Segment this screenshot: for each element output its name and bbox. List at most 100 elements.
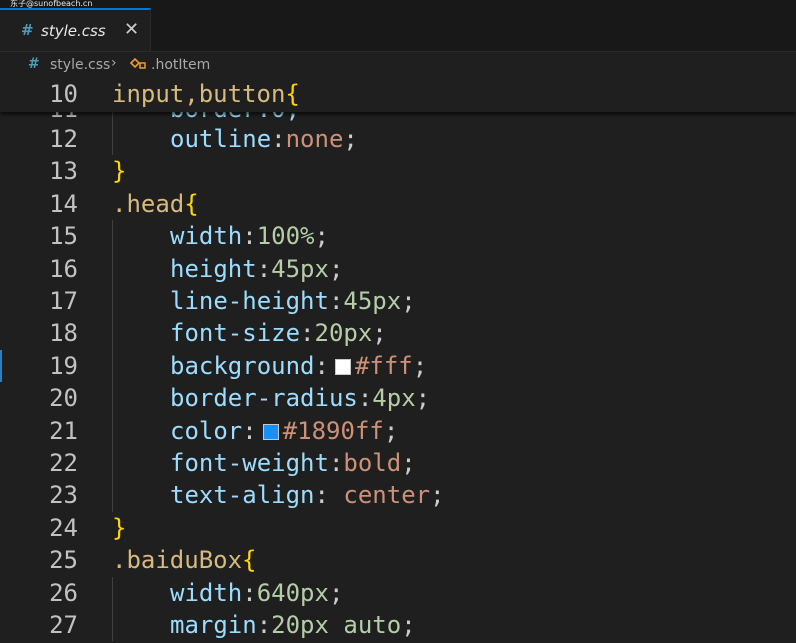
code-text: } [112, 155, 126, 187]
brace: } [112, 513, 127, 542]
brace: { [285, 80, 300, 108]
selector: .baiduBox [112, 546, 243, 575]
colon: : [242, 222, 257, 251]
close-icon[interactable]: ✕ [124, 19, 139, 40]
value: 640px [256, 578, 329, 607]
property: border-radius [170, 384, 358, 413]
colon: : [242, 416, 257, 445]
code-line: 18 font-size:20px; [0, 317, 796, 349]
code-line: 27 margin:20px auto; [0, 609, 796, 641]
line-number: 19 [49, 351, 78, 380]
semicolon: ; [343, 125, 358, 153]
line-number: 22 [49, 449, 78, 477]
line-number: 18 [49, 319, 78, 348]
title-strip: 东子@sunofbeach.cn [0, 0, 796, 8]
line-number: 20 [49, 384, 78, 413]
code-text: height:45px; [170, 253, 343, 285]
semicolon: ; [372, 319, 387, 348]
line-number: 14 [49, 189, 78, 218]
colon: : [271, 125, 286, 153]
indent-guide [112, 112, 113, 156]
property: margin [170, 611, 257, 639]
partial-code: border:0; [170, 112, 300, 123]
property: width [170, 222, 243, 251]
semicolon: ; [314, 222, 329, 251]
value: #fff [354, 351, 413, 380]
code-text: border-radius:4px; [170, 382, 430, 414]
colon: : [242, 578, 257, 607]
line-number: 15 [49, 222, 78, 251]
code-text: } [112, 512, 126, 544]
code-line: 22 font-weight:bold; [0, 447, 796, 479]
code-line: 12 outline:none; [0, 123, 796, 155]
line-number: 26 [49, 578, 78, 607]
breadcrumb-symbol[interactable]: .hotItem [151, 57, 210, 73]
semicolon: ; [412, 351, 428, 380]
value: 45px [343, 287, 402, 315]
line-number: 27 [49, 611, 78, 639]
tab-bar: # style.css ✕ [0, 8, 796, 52]
semicolon: ; [383, 416, 399, 445]
code-line: 19 background: #fff; [0, 350, 796, 382]
property: outline [170, 125, 272, 153]
dirty-diff-indicator [0, 349, 2, 383]
code-text: font-size:20px; [170, 317, 387, 349]
code-editor[interactable]: 11 border:0; 12outline:none;13}14.head{1… [0, 112, 796, 643]
line-number: 16 [49, 254, 78, 283]
code-line: 20 border-radius:4px; [0, 382, 796, 414]
value: bold [343, 449, 402, 477]
value: 20px [314, 319, 373, 348]
line-number: 10 [49, 80, 78, 108]
code-line: 23 text-align: center; [0, 479, 796, 511]
property: text-align [170, 481, 315, 510]
color-swatch[interactable] [334, 358, 351, 375]
value: 100% [256, 222, 315, 251]
sticky-scroll-header[interactable]: 10 input,button{ [0, 78, 796, 112]
value: 20px auto [271, 611, 402, 639]
property: font-weight [170, 449, 329, 477]
semicolon: ; [401, 287, 416, 315]
code-text: font-weight:bold; [170, 447, 416, 479]
color-swatch[interactable] [262, 423, 279, 440]
line-number: 25 [49, 546, 78, 575]
code-text: margin:20px auto; [170, 609, 416, 641]
code-line: 15 width:100%; [0, 220, 796, 252]
css-file-icon: # [28, 56, 40, 72]
code-line: 14 .head{ [0, 188, 796, 220]
code-text: .baiduBox{ [112, 544, 257, 576]
semicolon: ; [328, 254, 344, 283]
code-line-sticky: input,button{ [112, 78, 300, 110]
code-line: 21 color: #1890ff; [0, 415, 796, 447]
property: background [170, 351, 315, 380]
chevron-right-icon: › [111, 55, 117, 71]
colon: : [314, 351, 329, 380]
tab-label: style.css [41, 22, 106, 40]
value: 45px [271, 254, 329, 283]
colon: : [256, 254, 272, 283]
code-text: text-align: center; [170, 479, 445, 511]
semicolon: ; [430, 481, 445, 510]
selector: input,button [112, 80, 286, 108]
code-text: line-height:45px; [170, 285, 416, 317]
property: line-height [170, 287, 329, 315]
colon: : [300, 319, 315, 348]
tab-style-css[interactable]: # style.css ✕ [0, 8, 151, 51]
property: width [170, 578, 243, 607]
colon: : [357, 384, 373, 413]
value: #1890ff [282, 416, 384, 445]
colon: : [256, 611, 272, 639]
breadcrumb: # style.css › .hotItem [0, 52, 796, 78]
property: color [170, 416, 243, 445]
indent-guide [112, 576, 113, 642]
brace: { [242, 546, 257, 575]
line-number: 24 [49, 513, 78, 542]
breadcrumb-file[interactable]: style.css [50, 57, 110, 73]
value: 4px [372, 384, 416, 413]
line-number: 13 [49, 157, 78, 186]
indent-guide [112, 220, 113, 512]
css-hash-icon: # [21, 21, 34, 39]
value: center [343, 481, 431, 510]
semicolon: ; [401, 611, 416, 639]
code-text: outline:none; [170, 123, 358, 155]
code-line: 17 line-height:45px; [0, 285, 796, 317]
